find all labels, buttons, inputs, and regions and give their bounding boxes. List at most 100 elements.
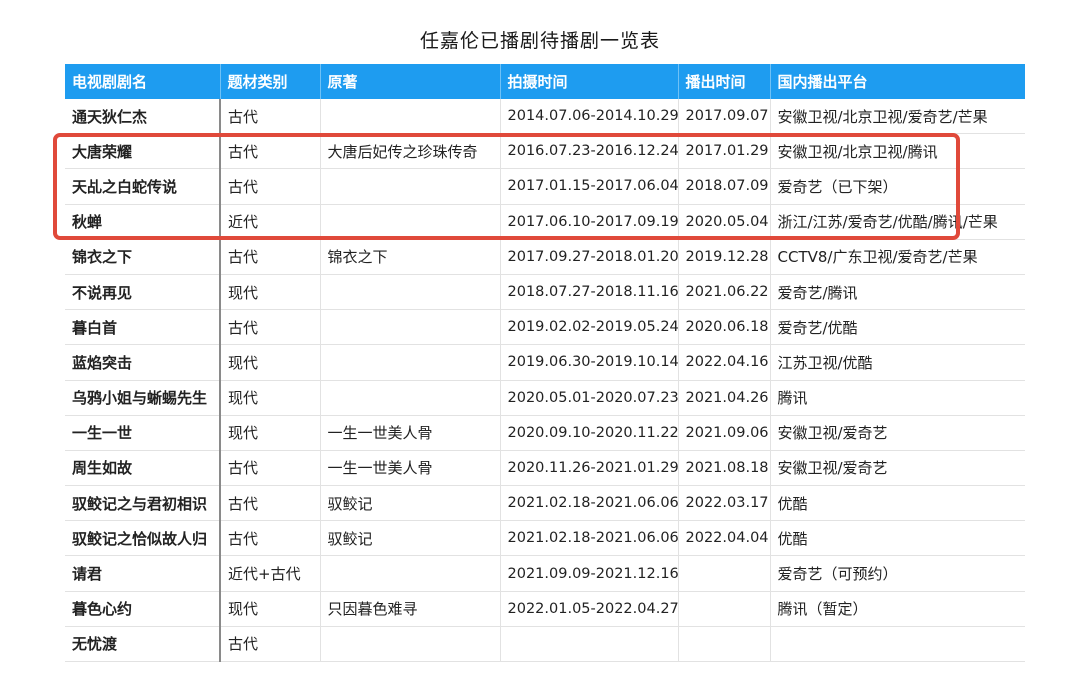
cell-platform: 江苏卫视/优酷	[770, 344, 1025, 381]
cell-filming-period: 2022.01.05-2022.04.27	[500, 591, 679, 627]
cell-platform: 安徽卫视/爱奇艺	[770, 415, 1025, 451]
table-row: 周生如故 古代 一生一世美人骨 2020.11.26-2021.01.29 2021.0…	[65, 450, 1025, 487]
cell-air-date: 2018.07.09	[678, 168, 771, 205]
cell-genre: 现代	[220, 591, 321, 627]
cell-genre: 古代	[220, 485, 321, 522]
table-row: 一生一世 现代 一生一世美人骨 2020.09.10-2020.11.22 2021.0…	[65, 415, 1025, 451]
cell-filming-period	[500, 626, 679, 663]
cell-filming-period: 2019.06.30-2019.10.14	[500, 344, 679, 381]
cell-genre: 现代	[220, 415, 321, 451]
table-row: 秋蝉 近代 2017.06.10-2017.09.19 2020.05.04 浙江/江苏…	[65, 204, 1025, 240]
table-row: 不说再见 现代 2018.07.27-2018.11.16 2021.06.22 爱奇艺…	[65, 274, 1025, 311]
cell-filming-period: 2017.06.10-2017.09.19	[500, 204, 679, 240]
cell-drama-name: 乌鸦小姐与蜥蜴先生	[65, 380, 221, 416]
header-air-date: 播出时间	[678, 64, 771, 99]
table-row: 无忧渡 古代	[65, 626, 1025, 663]
cell-original-work: 锦衣之下	[320, 239, 501, 275]
cell-air-date	[678, 555, 771, 592]
cell-original-work	[320, 309, 501, 346]
cell-platform: 优酷	[770, 485, 1025, 522]
cell-drama-name: 大唐荣耀	[65, 133, 221, 170]
cell-air-date: 2017.09.07	[678, 99, 771, 135]
cell-original-work: 大唐后妃传之珍珠传奇	[320, 133, 501, 170]
cell-drama-name: 通天狄仁杰	[65, 99, 221, 135]
cell-air-date: 2021.06.22	[678, 274, 771, 311]
table-row: 暮色心约 现代 只因暮色难寻 2022.01.05-2022.04.27 腾讯（暂定）	[65, 591, 1025, 627]
table-row: 请君 近代+古代 2021.09.09-2021.12.16 爱奇艺（可预约）	[65, 555, 1025, 592]
cell-filming-period: 2020.11.26-2021.01.29	[500, 450, 679, 487]
cell-genre: 古代	[220, 99, 321, 135]
table-row: 乌鸦小姐与蜥蜴先生 现代 2020.05.01-2020.07.23 2021.04.…	[65, 380, 1025, 416]
cell-original-work	[320, 555, 501, 592]
cell-filming-period: 2017.01.15-2017.06.04	[500, 168, 679, 205]
header-filming-period: 拍摄时间	[500, 64, 679, 99]
cell-air-date: 2021.04.26	[678, 380, 771, 416]
cell-platform: 优酷	[770, 520, 1025, 557]
cell-genre: 古代	[220, 239, 321, 275]
cell-air-date: 2022.04.04	[678, 520, 771, 557]
table-header-row: 电视剧剧名 题材类别 原著 拍摄时间 播出时间 国内播出平台	[65, 64, 1025, 99]
cell-drama-name: 秋蝉	[65, 204, 221, 240]
cell-original-work	[320, 626, 501, 663]
cell-platform: 安徽卫视/爱奇艺	[770, 450, 1025, 487]
cell-air-date: 2021.09.06	[678, 415, 771, 451]
cell-air-date: 2020.05.04	[678, 204, 771, 240]
cell-platform: 爱奇艺/腾讯	[770, 274, 1025, 311]
drama-table: 电视剧剧名 题材类别 原著 拍摄时间 播出时间 国内播出平台 通天狄仁杰 古代 20…	[65, 64, 1025, 663]
cell-drama-name: 暮白首	[65, 309, 221, 346]
cell-genre: 古代	[220, 450, 321, 487]
cell-filming-period: 2021.02.18-2021.06.06	[500, 485, 679, 522]
cell-genre: 古代	[220, 168, 321, 205]
cell-platform: 安徽卫视/北京卫视/腾讯	[770, 133, 1025, 170]
cell-filming-period: 2018.07.27-2018.11.16	[500, 274, 679, 311]
table-row: 驭鲛记之恰似故人归 古代 驭鲛记 2021.02.18-2021.06.06 2022.…	[65, 520, 1025, 557]
cell-genre: 近代	[220, 204, 321, 240]
cell-platform: 安徽卫视/北京卫视/爱奇艺/芒果	[770, 99, 1025, 135]
cell-filming-period: 2019.02.02-2019.05.24	[500, 309, 679, 346]
cell-drama-name: 蓝焰突击	[65, 344, 221, 381]
cell-drama-name: 天乩之白蛇传说	[65, 168, 221, 205]
cell-drama-name: 锦衣之下	[65, 239, 221, 275]
cell-platform: 爱奇艺（已下架）	[770, 168, 1025, 205]
cell-original-work: 驭鲛记	[320, 520, 501, 557]
cell-air-date: 2022.04.16	[678, 344, 771, 381]
cell-platform: 爱奇艺/优酷	[770, 309, 1025, 346]
cell-genre: 现代	[220, 380, 321, 416]
cell-filming-period: 2020.09.10-2020.11.22	[500, 415, 679, 451]
cell-original-work: 只因暮色难寻	[320, 591, 501, 627]
cell-original-work	[320, 344, 501, 381]
cell-air-date	[678, 591, 771, 627]
cell-original-work	[320, 380, 501, 416]
cell-genre: 古代	[220, 133, 321, 170]
cell-platform: CCTV8/广东卫视/爱奇艺/芒果	[770, 239, 1025, 275]
cell-platform: 爱奇艺（可预约）	[770, 555, 1025, 592]
cell-air-date: 2022.03.17	[678, 485, 771, 522]
cell-original-work: 一生一世美人骨	[320, 450, 501, 487]
cell-original-work	[320, 204, 501, 240]
cell-filming-period: 2021.02.18-2021.06.06	[500, 520, 679, 557]
table-row: 大唐荣耀 古代 大唐后妃传之珍珠传奇 2016.07.23-2016.12.24 201…	[65, 133, 1025, 170]
cell-drama-name: 暮色心约	[65, 591, 221, 627]
table-row: 蓝焰突击 现代 2019.06.30-2019.10.14 2022.04.16 江苏卫…	[65, 344, 1025, 381]
cell-genre: 古代	[220, 520, 321, 557]
cell-filming-period: 2016.07.23-2016.12.24	[500, 133, 679, 170]
cell-drama-name: 周生如故	[65, 450, 221, 487]
cell-original-work: 一生一世美人骨	[320, 415, 501, 451]
header-drama-name: 电视剧剧名	[65, 64, 221, 99]
cell-air-date: 2020.06.18	[678, 309, 771, 346]
table-row: 通天狄仁杰 古代 2014.07.06-2014.10.29 2017.09.07 安徽…	[65, 99, 1025, 135]
cell-filming-period: 2014.07.06-2014.10.29	[500, 99, 679, 135]
page-title: 任嘉伦已播剧待播剧一览表	[419, 30, 660, 52]
cell-filming-period: 2017.09.27-2018.01.20	[500, 239, 679, 275]
cell-filming-period: 2020.05.01-2020.07.23	[500, 380, 679, 416]
cell-platform: 腾讯（暂定）	[770, 591, 1025, 627]
cell-air-date: 2017.01.29	[678, 133, 771, 170]
table-row: 锦衣之下 古代 锦衣之下 2017.09.27-2018.01.20 2019.12.2…	[65, 239, 1025, 275]
cell-genre: 古代	[220, 309, 321, 346]
cell-original-work	[320, 99, 501, 135]
table-row: 暮白首 古代 2019.02.02-2019.05.24 2020.06.18 爱奇艺/…	[65, 309, 1025, 346]
cell-air-date: 2021.08.18	[678, 450, 771, 487]
cell-drama-name: 不说再见	[65, 274, 221, 311]
cell-drama-name: 请君	[65, 555, 221, 592]
cell-platform: 腾讯	[770, 380, 1025, 416]
